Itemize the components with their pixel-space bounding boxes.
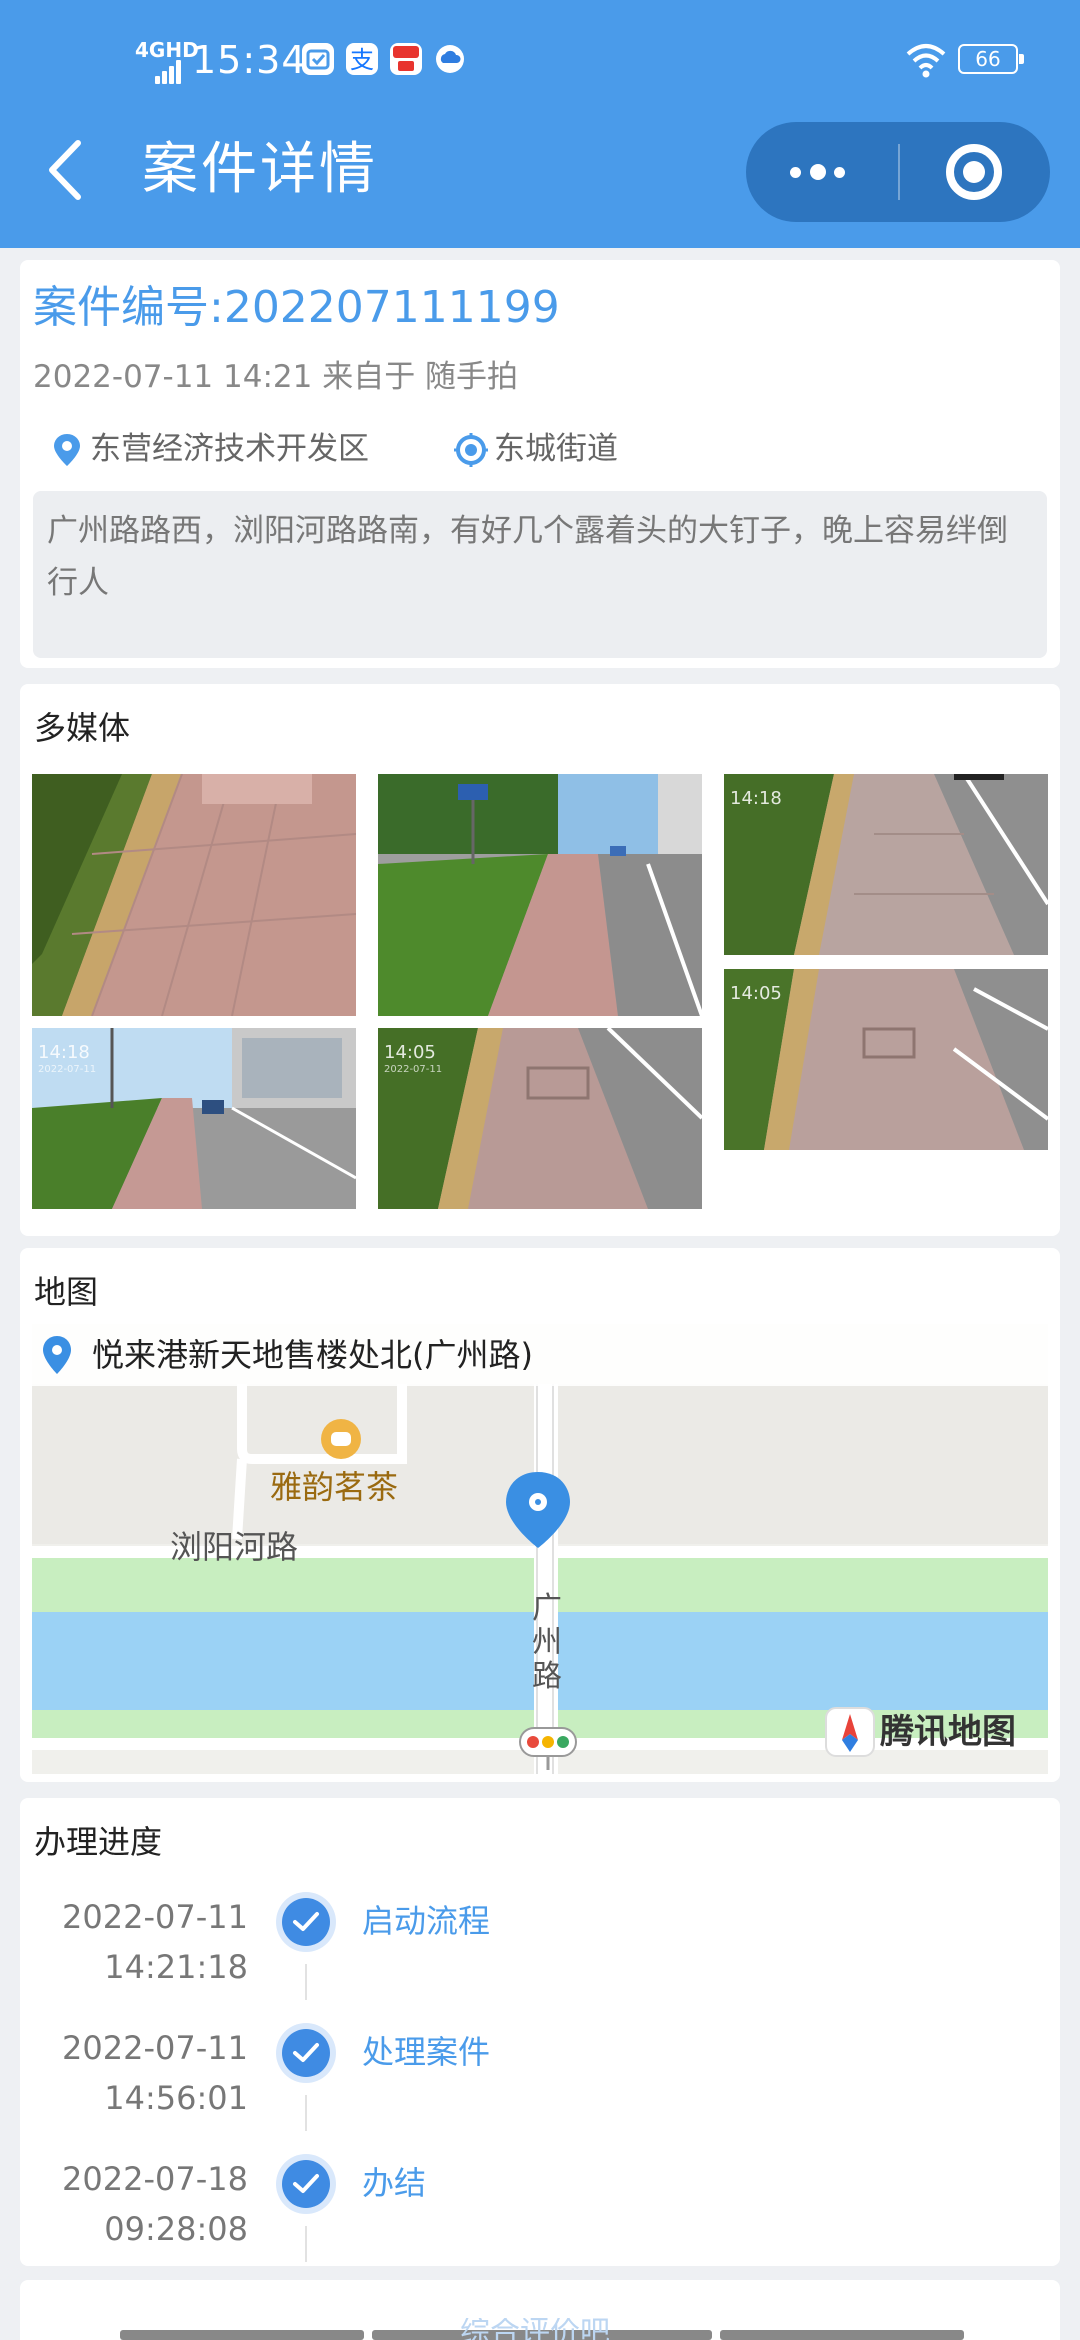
step-date: 2022-07-11	[62, 2029, 248, 2067]
evaluation-button-label: 综合评价吧	[460, 2318, 610, 2340]
location-pin-icon	[54, 434, 80, 466]
step-label[interactable]: 办结	[362, 2158, 426, 2208]
map-address-bar: 悦来港新天地售楼处北(广州路)	[32, 1324, 1048, 1386]
location-pin-icon	[43, 1336, 71, 1374]
close-miniprogram-button[interactable]	[900, 122, 1050, 222]
miniprogram-capsule	[746, 122, 1050, 222]
progress-step: 2022-07-11 14:21:18 启动流程	[20, 1888, 1060, 2008]
notification-calendar-icon	[302, 43, 334, 75]
signal-icon	[155, 60, 185, 84]
more-button[interactable]	[746, 122, 898, 222]
step-time: 14:56:01	[104, 2079, 248, 2117]
evaluation-tab[interactable]	[120, 2330, 364, 2340]
media-section-title: 多媒体	[34, 709, 131, 747]
media-photo[interactable]: 14:05	[724, 969, 1048, 1150]
media-card: 多媒体 14:18 14:05 14:18 2022-07-11 14:05 2…	[20, 684, 1060, 1236]
timeline-connector	[305, 2226, 307, 2262]
progress-card: 办理进度 2022-07-11 14:21:18 启动流程 2022-07-11…	[20, 1798, 1060, 2266]
step-label[interactable]: 启动流程	[362, 1896, 490, 1946]
svg-text:支: 支	[350, 46, 374, 74]
target-location-icon	[454, 433, 488, 467]
map-card: 地图 雅韵茗茶 浏阳河路 广州路 悦来港新天地售楼处北(广州路) 腾讯地图	[20, 1248, 1060, 1782]
map-view[interactable]: 雅韵茗茶 浏阳河路 广州路 悦来港新天地售楼处北(广州路) 腾讯地图	[32, 1324, 1048, 1774]
road-label-guangzhou: 广州路	[532, 1591, 562, 1694]
check-circle-icon	[282, 1898, 330, 1946]
media-photo[interactable]: 14:18	[724, 774, 1048, 955]
page-title: 案件详情	[142, 137, 378, 202]
timeline-connector	[305, 2095, 307, 2131]
wifi-icon	[906, 44, 946, 78]
status-time: 15:34	[192, 38, 307, 82]
app-header: 4GHD 15:34 支 66 案件详情	[0, 0, 1080, 248]
network-type: 4GHD	[135, 38, 199, 62]
evaluation-card: 综合评价吧	[20, 2280, 1060, 2340]
map-section-title: 地图	[34, 1273, 99, 1311]
media-photo[interactable]: 14:18 2022-07-11	[32, 1028, 356, 1209]
battery-indicator: 66	[958, 44, 1024, 74]
step-time: 09:28:08	[104, 2210, 248, 2248]
case-description: 广州路路西，浏阳河路路南，有好几个露着头的大钉子，晚上容易绊倒行人	[33, 491, 1047, 658]
road-label-liuyanghe: 浏阳河路	[170, 1528, 299, 1566]
poi-teahouse-label: 雅韵茗茶	[270, 1468, 399, 1506]
media-photo[interactable]	[378, 774, 702, 1016]
compass-logo-icon	[825, 1707, 875, 1757]
media-photo[interactable]	[32, 774, 356, 1016]
check-circle-icon	[282, 2160, 330, 2208]
notification-alipay-icon: 支	[346, 43, 378, 75]
progress-section-title: 办理进度	[34, 1823, 163, 1861]
step-label[interactable]: 处理案件	[362, 2027, 490, 2077]
case-meta: 2022-07-11 14:21 来自于 随手拍	[33, 359, 519, 395]
status-bar: 4GHD 15:34 支 66	[0, 28, 1080, 92]
notification-cloud-icon	[434, 43, 466, 75]
step-date: 2022-07-11	[62, 1898, 248, 1936]
back-button[interactable]	[40, 135, 100, 205]
timeline-connector	[305, 1964, 307, 2000]
step-time: 14:21:18	[104, 1948, 248, 1986]
check-circle-icon	[282, 2029, 330, 2077]
step-date: 2022-07-18	[62, 2160, 248, 2198]
progress-step: 2022-07-18 09:28:08 办结	[20, 2150, 1060, 2270]
media-photo[interactable]: 14:05 2022-07-11	[378, 1028, 702, 1209]
case-info-card: 案件编号:202207111199 2022-07-11 14:21 来自于 随…	[20, 260, 1060, 668]
progress-step: 2022-07-11 14:56:01 处理案件	[20, 2019, 1060, 2139]
map-address-text: 悦来港新天地售楼处北(广州路)	[92, 1336, 533, 1374]
chevron-left-icon	[49, 140, 81, 200]
case-number: 案件编号:202207111199	[33, 282, 560, 333]
evaluation-tab[interactable]	[720, 2330, 964, 2340]
notification-app-icon	[390, 43, 422, 75]
